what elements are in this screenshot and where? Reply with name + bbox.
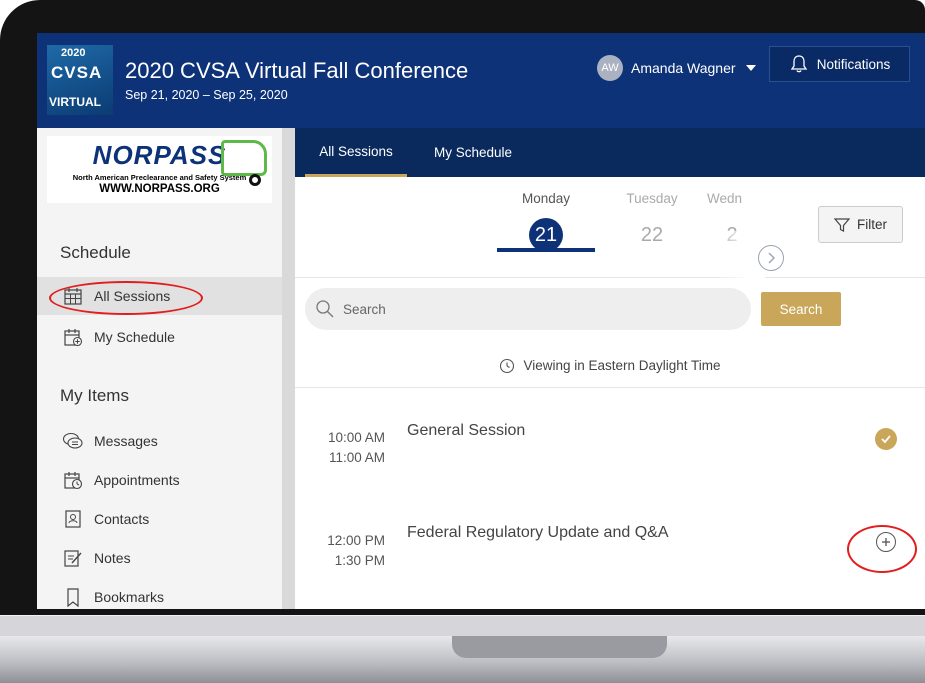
day-monday[interactable]: Monday 21: [501, 191, 591, 252]
plus-icon: [882, 538, 890, 546]
search-bar: [305, 288, 751, 330]
bookmark-icon: [62, 586, 84, 608]
search-input[interactable]: [341, 300, 725, 318]
sidebar-item-bookmarks[interactable]: Bookmarks: [37, 578, 282, 609]
session-row[interactable]: 12:00 PM 1:30 PM Federal Regulatory Upda…: [295, 521, 925, 609]
conference-title: 2020 CVSA Virtual Fall Conference: [125, 58, 469, 83]
laptop-notch: [452, 636, 667, 658]
day-number: 21: [529, 218, 563, 252]
day-selector: Monday 21 Tuesday 22 Wedn 2: [295, 177, 925, 301]
avatar: AW: [597, 55, 623, 81]
calendar-clock-icon: [62, 469, 84, 491]
notifications-button[interactable]: Notifications: [769, 46, 910, 82]
my-items-heading: My Items: [60, 386, 129, 405]
logo-name: CVSA: [51, 63, 103, 82]
truck-icon: [221, 140, 267, 176]
tab-all-sessions[interactable]: All Sessions: [305, 128, 407, 177]
filter-icon: [834, 217, 850, 232]
calendar-add-icon: [62, 326, 84, 348]
laptop-lip: [0, 615, 925, 637]
session-start: 12:00 PM: [327, 533, 385, 548]
checkmark-icon: [881, 435, 891, 444]
clock-icon: [500, 358, 515, 373]
session-title[interactable]: Federal Regulatory Update and Q&A: [407, 524, 668, 542]
sidebar-item-notes[interactable]: Notes: [37, 539, 282, 577]
timezone-text: Viewing in Eastern Daylight Time: [523, 358, 721, 373]
sidebar: NORPASS North American Preclearance and …: [37, 128, 295, 609]
session-start: 10:00 AM: [327, 430, 385, 445]
sponsor-banner[interactable]: NORPASS North American Preclearance and …: [47, 136, 272, 203]
app-screen: 2020 CVSA VIRTUAL 2020 CVSA Virtual Fall…: [37, 33, 925, 609]
sidebar-item-label: Appointments: [94, 472, 180, 488]
note-edit-icon: [62, 547, 84, 569]
day-number: 22: [640, 224, 664, 246]
user-name: Amanda Wagner: [631, 60, 736, 76]
sidebar-item-label: Messages: [94, 433, 158, 449]
schedule-heading: Schedule: [60, 243, 131, 262]
notifications-label: Notifications: [816, 56, 891, 72]
day-name: Tuesday: [626, 191, 678, 206]
user-menu[interactable]: AW Amanda Wagner: [597, 53, 756, 83]
conference-dates: Sep 21, 2020 – Sep 25, 2020: [125, 88, 288, 102]
app-header: 2020 CVSA VIRTUAL 2020 CVSA Virtual Fall…: [37, 33, 925, 128]
truck-wheel-icon: [249, 174, 261, 186]
session-title[interactable]: General Session: [407, 422, 525, 440]
sidebar-item-label: All Sessions: [94, 288, 171, 304]
sidebar-item-contacts[interactable]: Contacts: [37, 500, 282, 538]
sidebar-item-appointments[interactable]: Appointments: [37, 461, 282, 499]
session-tabs: All Sessions My Schedule: [295, 128, 925, 177]
session-end: 11:00 AM: [328, 450, 385, 465]
chat-icon: [62, 430, 84, 452]
session-time: 10:00 AM 11:00 AM: [313, 428, 385, 468]
sidebar-item-label: Notes: [94, 550, 131, 566]
filter-button[interactable]: Filter: [818, 206, 903, 243]
sidebar-item-messages[interactable]: Messages: [37, 422, 282, 460]
add-to-schedule-button[interactable]: [876, 532, 896, 552]
search-button[interactable]: Search: [761, 292, 841, 326]
conference-logo[interactable]: 2020 CVSA VIRTUAL: [47, 45, 113, 115]
day-tuesday[interactable]: Tuesday 22: [607, 191, 697, 252]
sidebar-item-label: My Schedule: [94, 329, 175, 345]
tab-my-schedule[interactable]: My Schedule: [417, 128, 529, 177]
session-end: 1:30 PM: [334, 553, 385, 568]
chevron-right-icon: [768, 252, 775, 264]
added-to-schedule-button[interactable]: [875, 428, 897, 450]
sponsor-name: NORPASS: [92, 140, 227, 170]
sidebar-item-my-schedule[interactable]: My Schedule: [37, 318, 282, 356]
session-time: 12:00 PM 1:30 PM: [313, 531, 385, 571]
next-days-button[interactable]: [758, 245, 784, 271]
sidebar-item-all-sessions[interactable]: All Sessions: [37, 277, 282, 315]
sidebar-item-label: Bookmarks: [94, 589, 165, 605]
selected-day-indicator: [497, 248, 595, 252]
filter-label: Filter: [857, 217, 887, 232]
day-name: Monday: [521, 191, 571, 206]
contact-card-icon: [62, 508, 84, 530]
sidebar-item-label: Contacts: [94, 511, 150, 527]
calendar-grid-icon: [62, 285, 84, 307]
search-icon: [316, 300, 334, 318]
timezone-notice: Viewing in Eastern Daylight Time: [295, 344, 925, 388]
logo-subtitle: VIRTUAL: [49, 95, 101, 109]
day-name: Wedn: [707, 191, 743, 206]
bell-icon: [790, 55, 807, 73]
chevron-down-icon: [745, 65, 756, 71]
session-row[interactable]: 10:00 AM 11:00 AM General Session: [295, 418, 925, 508]
main-content: All Sessions My Schedule Monday 21 Tuesd…: [295, 128, 925, 609]
logo-year: 2020: [61, 47, 86, 59]
sponsor-url: WWW.NORPASS.ORG: [99, 183, 220, 195]
